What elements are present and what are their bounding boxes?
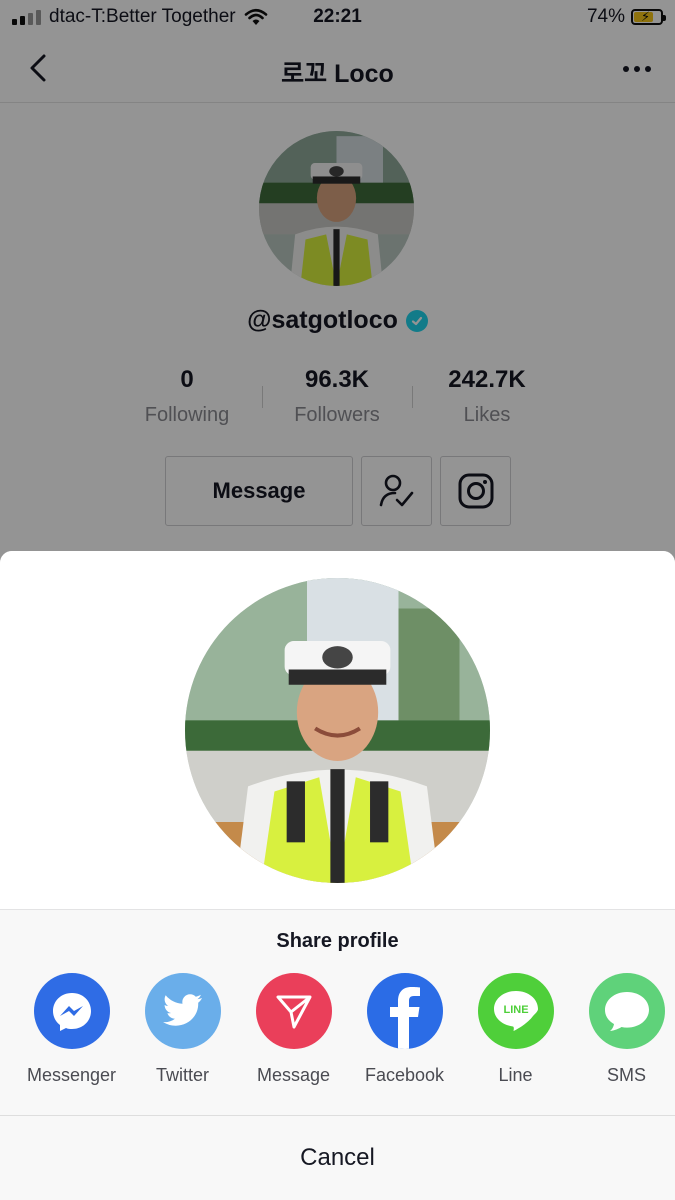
profile-screen: dtac-T:Better Together 22:21 74% ⚡ 로꼬 Lo… <box>0 0 675 1200</box>
share-label: Twitter <box>155 1065 209 1085</box>
share-label: SMS <box>606 1065 646 1085</box>
share-sms[interactable]: SMS <box>571 973 675 1086</box>
share-sheet-title: Share profile <box>276 930 399 952</box>
share-message[interactable]: Message <box>238 973 349 1086</box>
share-targets: Messenger Twitter Message Facebook LINE … <box>16 973 675 1086</box>
avatar-photo-large <box>185 578 490 883</box>
share-line[interactable]: LINE Line <box>460 973 571 1086</box>
share-twitter[interactable]: Twitter <box>127 973 238 1086</box>
share-sheet: Share profile Messenger Twitter Message … <box>0 551 675 1200</box>
share-sheet-preview <box>0 551 675 909</box>
share-facebook[interactable]: Facebook <box>349 973 460 1086</box>
messenger-icon <box>33 973 110 1049</box>
share-label: Messenger <box>26 1065 117 1085</box>
share-label: Line <box>498 1065 533 1085</box>
profile-avatar-large <box>185 578 490 883</box>
chat-bubble-icon <box>588 973 665 1049</box>
send-icon <box>255 973 332 1049</box>
facebook-icon <box>366 973 443 1049</box>
divider <box>0 909 675 910</box>
twitter-bird-icon <box>144 973 221 1049</box>
cancel-button[interactable]: Cancel <box>0 1116 675 1200</box>
line-icon: LINE <box>477 973 554 1049</box>
share-label: Facebook <box>364 1065 445 1085</box>
share-label: Message <box>256 1065 331 1085</box>
share-messenger[interactable]: Messenger <box>16 973 127 1086</box>
svg-text:LINE: LINE <box>503 1004 528 1016</box>
